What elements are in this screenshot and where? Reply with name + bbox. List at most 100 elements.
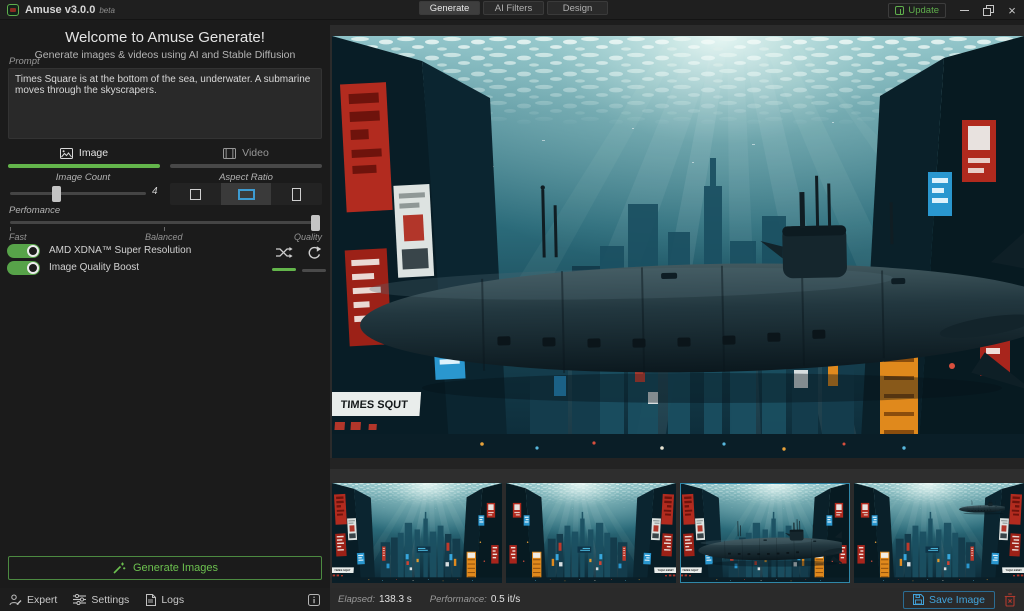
thumbnail-4-image — [854, 483, 1024, 583]
performance-mark-balanced: Balanced — [145, 232, 183, 242]
aspect-ratio-portrait-button[interactable] — [271, 183, 322, 205]
refresh-icon — [306, 246, 322, 260]
aspect-ratio-landscape-button[interactable] — [221, 183, 272, 205]
expert-label: Expert — [27, 594, 57, 606]
aspect-landscape-icon — [238, 189, 255, 200]
refresh-mode-button[interactable] — [302, 246, 326, 272]
performance-label: Perfomance — [9, 205, 60, 216]
logs-label: Logs — [161, 594, 184, 606]
mode-tab-image[interactable]: Image — [8, 146, 160, 168]
update-info-icon — [895, 6, 904, 15]
top-tab-strip: Generate AI Filters Design — [419, 1, 608, 15]
performance-slider-handle[interactable] — [311, 215, 320, 231]
prompt-input[interactable]: Times Square is at the bottom of the sea… — [8, 68, 322, 139]
aspect-square-icon — [190, 189, 201, 200]
toggle-knob — [27, 262, 39, 274]
refresh-indicator — [302, 269, 326, 272]
workspace-top-strip — [330, 20, 1024, 25]
thumbnail-3-image — [680, 483, 850, 583]
minimize-button[interactable] — [958, 3, 970, 17]
mode-tab-video[interactable]: Video — [170, 146, 322, 168]
shuffle-mode-button[interactable] — [272, 246, 296, 271]
viewer-gap — [330, 458, 1024, 469]
image-quality-boost-toggle[interactable] — [7, 261, 40, 275]
restore-button[interactable] — [982, 3, 994, 17]
generate-settings-panel: Welcome to Amuse Generate! Generate imag… — [0, 20, 330, 588]
settings-button[interactable]: Settings — [73, 594, 129, 606]
close-icon: × — [1008, 4, 1016, 17]
info-icon — [308, 594, 320, 606]
super-resolution-toggle-label: AMD XDNA™ Super Resolution — [49, 245, 191, 256]
settings-label: Settings — [91, 594, 129, 606]
elapsed-value: 138.3 s — [379, 594, 412, 605]
tab-ai-filters[interactable]: AI Filters — [483, 1, 544, 15]
logs-button[interactable]: Logs — [145, 594, 184, 606]
update-label: Update — [908, 5, 939, 16]
performance-slider-track[interactable] — [10, 221, 320, 224]
update-button[interactable]: Update — [888, 3, 946, 18]
beta-badge: beta — [99, 6, 115, 15]
status-bar-left: Expert Settings Logs — [0, 588, 330, 611]
generate-images-button[interactable]: Generate Images — [8, 556, 322, 580]
aspect-ratio-square-button[interactable] — [170, 183, 221, 205]
aspect-portrait-icon — [292, 188, 301, 201]
performance-mark-quality: Quality — [294, 232, 322, 242]
thumbnail-1-image — [332, 483, 502, 583]
app-title-text: Amuse v3.0.0 — [25, 4, 95, 16]
image-workspace — [330, 20, 1024, 588]
amd-xdna-super-resolution-toggle[interactable] — [7, 244, 40, 258]
viewer-thumbs-splitter[interactable] — [330, 469, 1024, 483]
thumbnail-2[interactable] — [506, 483, 676, 583]
toggle-knob — [27, 245, 39, 257]
app-logo-icon — [7, 4, 19, 16]
magic-wand-icon — [112, 561, 126, 575]
aspect-ratio-label: Aspect Ratio — [170, 172, 322, 183]
performance-tick-fast — [10, 227, 11, 231]
thumbnail-3-selected[interactable] — [680, 483, 850, 583]
expert-icon — [9, 594, 22, 606]
video-icon — [223, 148, 236, 159]
close-button[interactable]: × — [1006, 3, 1018, 17]
save-floppy-icon — [913, 594, 924, 605]
minimize-icon — [960, 10, 969, 11]
prompt-label: Prompt — [9, 56, 40, 67]
video-tab-indicator — [170, 164, 322, 168]
delete-image-button[interactable] — [1004, 593, 1016, 607]
status-bar: Expert Settings Logs Elapsed: 138.3 s Pe… — [0, 588, 1024, 611]
quality-boost-toggle-label: Image Quality Boost — [49, 262, 139, 273]
shuffle-active-indicator — [272, 268, 296, 271]
thumbnail-strip — [332, 483, 1024, 583]
performance-stat-label: Performance: — [430, 594, 487, 605]
aspect-ratio-selector — [170, 183, 322, 205]
image-count-slider-track[interactable] — [10, 192, 146, 195]
tab-generate[interactable]: Generate — [419, 1, 480, 15]
info-button[interactable] — [308, 593, 320, 611]
thumbnail-1[interactable] — [332, 483, 502, 583]
image-count-slider-handle[interactable] — [52, 186, 61, 202]
performance-stat-value: 0.5 it/s — [491, 594, 520, 605]
image-count-label: Image Count — [8, 172, 158, 183]
shuffle-icon — [275, 246, 293, 259]
expert-button[interactable]: Expert — [9, 594, 57, 606]
elapsed-label: Elapsed: — [338, 594, 375, 605]
toggle-row-super-resolution: AMD XDNA™ Super Resolution — [7, 243, 191, 258]
save-image-button[interactable]: Save Image — [903, 591, 995, 609]
tab-design[interactable]: Design — [547, 1, 608, 15]
title-bar: Amuse v3.0.0 beta Generate AI Filters Des… — [0, 0, 1024, 20]
welcome-title: Welcome to Amuse Generate! — [0, 29, 330, 46]
app-title: Amuse v3.0.0 beta — [25, 4, 115, 16]
thumbnail-2-image — [506, 483, 676, 583]
performance-tick-balanced — [164, 227, 165, 231]
image-tab-active-indicator — [8, 164, 160, 168]
video-tab-label: Video — [242, 147, 269, 159]
generated-image-viewer — [332, 36, 1024, 458]
image-count-value: 4 — [152, 186, 158, 197]
welcome-subtitle: Generate images & videos using AI and St… — [0, 49, 330, 61]
logs-document-icon — [145, 594, 156, 606]
generate-images-label: Generate Images — [133, 562, 218, 574]
main-generated-image — [332, 36, 1024, 458]
restore-icon — [983, 5, 993, 15]
delete-trash-icon — [1004, 593, 1016, 607]
thumbnail-4[interactable] — [854, 483, 1024, 583]
settings-sliders-icon — [73, 594, 86, 605]
